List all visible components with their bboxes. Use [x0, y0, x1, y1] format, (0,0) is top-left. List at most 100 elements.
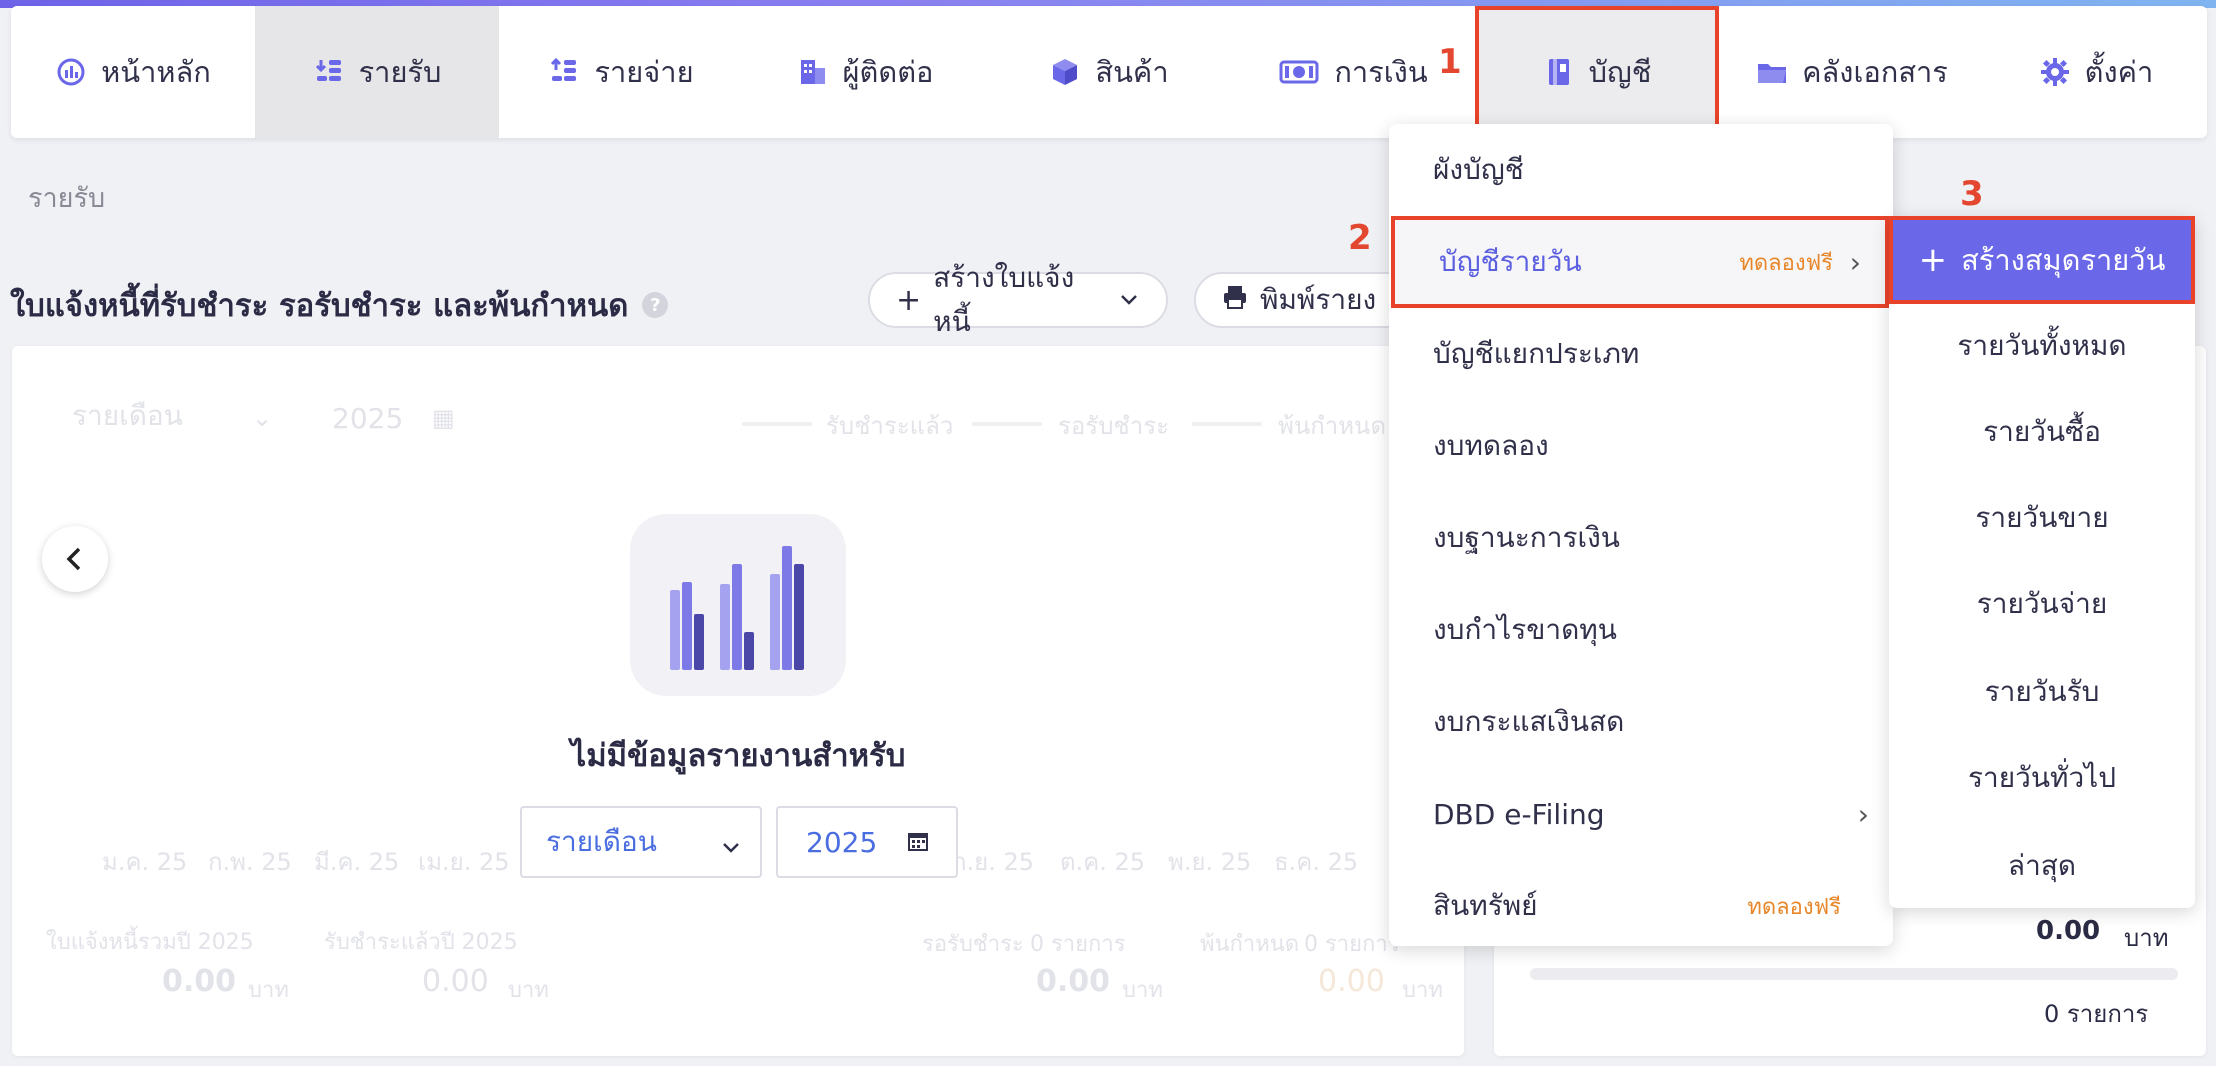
menu-item-label: ผังบัญชี — [1433, 153, 1524, 186]
box-icon — [1053, 59, 1078, 85]
summary-pending-unit: บาท — [1122, 978, 1163, 1003]
month-label: ก.พ. 25 — [208, 848, 292, 876]
folder-icon — [1758, 64, 1787, 83]
breadcrumb: รายรับ — [28, 183, 106, 214]
page-title-text: ใบแจ้งหนี้ที่รับชำระ รอรับชำระ และพ้นกำห… — [10, 288, 629, 324]
coins-out-icon — [551, 57, 577, 81]
summary-total-label: ใบแจ้งหนี้รวมปี 2025 — [46, 930, 254, 955]
period-select-value: รายเดือน — [546, 825, 657, 858]
empty-chart-illustration — [630, 514, 846, 696]
illus-bar — [732, 564, 742, 670]
month-label: ธ.ค. 25 — [1274, 848, 1359, 876]
menu-item-label: งบกระแสเงินสด — [1433, 705, 1625, 738]
menu-item-chart-of-accounts[interactable]: ผังบัญชี — [1389, 124, 1893, 216]
legend-paid: รับชำระแล้ว — [826, 412, 954, 440]
nav-item-settings[interactable]: ตั้งค่า — [1985, 6, 2207, 138]
summary-paid-amount: 0.00 — [422, 964, 489, 999]
nav-item-income[interactable]: รายรับ — [255, 6, 499, 138]
help-icon[interactable]: ? — [642, 292, 669, 318]
main-navbar: หน้าหลัก รายรับ รายจ่าย ผู้ติดต่อ สินค้า… — [11, 6, 2207, 138]
empty-state-message: ไม่มีข้อมูลรายงานสำหรับ — [570, 738, 906, 774]
money-icon — [1279, 60, 1319, 84]
menu-item-dbd-efiling[interactable]: DBD e-Filing › — [1389, 768, 1893, 860]
chart-prev-button[interactable] — [42, 526, 108, 592]
illus-bar — [682, 582, 692, 670]
print-report-label: พิมพ์รายง — [1260, 283, 1377, 316]
nav-label-finance: การเงิน — [1334, 55, 1428, 89]
dashboard-icon — [57, 58, 85, 86]
step-number-1: 1 — [1438, 42, 1462, 82]
legend-swatch-pending — [972, 422, 1042, 426]
period-select[interactable]: รายเดือน — [520, 806, 762, 878]
submenu-item-all-journals[interactable]: รายวันทั้งหมด — [1889, 316, 2195, 376]
chevron-right-icon: › — [1857, 797, 1869, 831]
legend-swatch-paid — [742, 422, 812, 426]
legend-swatch-overdue — [1192, 422, 1262, 426]
chevron-right-icon: › — [1849, 245, 1861, 279]
nav-label-income: รายรับ — [358, 55, 442, 89]
nav-item-accounting[interactable]: บัญชี — [1475, 6, 1719, 138]
nav-label-expense: รายจ่าย — [594, 55, 694, 89]
nav-item-contacts[interactable]: ผู้ติดต่อ — [743, 6, 987, 138]
submenu-item-payment-journal[interactable]: รายวันจ่าย — [1889, 574, 2195, 634]
chevron-down-icon — [1118, 284, 1140, 317]
right-card-amount: 0.00 — [2036, 916, 2101, 946]
submenu-item-receipt-journal[interactable]: รายวันรับ — [1889, 662, 2195, 722]
menu-item-journal[interactable]: บัญชีรายวัน ทดลองฟรี › — [1391, 216, 1889, 308]
summary-overdue-unit: บาท — [1402, 978, 1443, 1003]
summary-total-unit: บาท — [248, 978, 289, 1003]
chevron-left-icon — [66, 547, 81, 571]
nav-label-contacts: ผู้ติดต่อ — [842, 55, 934, 89]
invoice-chart-card: รายเดือน ⌄ 2025 ▦ รับชำระแล้ว รอรับชำระ … — [12, 346, 1464, 1056]
illus-bar — [744, 632, 754, 670]
plus-icon: + — [896, 282, 922, 318]
create-invoice-button[interactable]: + สร้างใบแจ้งหนี้ — [868, 261, 1168, 338]
menu-item-assets[interactable]: สินทรัพย์ ทดลองฟรี — [1389, 860, 1893, 952]
right-card-progress — [1530, 968, 2178, 980]
nav-label-documents: คลังเอกสาร — [1802, 55, 1948, 89]
nav-item-documents[interactable]: คลังเอกสาร — [1719, 6, 1985, 138]
summary-total-amount: 0.00 — [162, 964, 237, 999]
illus-bar — [720, 584, 730, 670]
nav-item-home[interactable]: หน้าหลัก — [11, 6, 255, 138]
submenu-item-general-journal[interactable]: รายวันทั่วไป — [1889, 748, 2195, 808]
create-journal-label: สร้างสมุดรายวัน — [1961, 243, 2166, 277]
year-picker-value: 2025 — [806, 825, 878, 859]
summary-overdue-label: พ้นกำหนด — [1200, 932, 1300, 957]
menu-item-general-ledger[interactable]: บัญชีแยกประเภท — [1389, 308, 1893, 400]
illus-bar — [694, 614, 704, 670]
create-journal-button[interactable]: + สร้างสมุดรายวัน — [1889, 216, 2195, 304]
nav-item-products[interactable]: สินค้า — [987, 6, 1231, 138]
faded-calendar-icon: ▦ — [432, 404, 455, 432]
submenu-item-recent[interactable]: ล่าสุด — [1889, 836, 2195, 896]
summary-paid-label: รับชำระแล้วปี 2025 — [324, 930, 518, 955]
nav-label-home: หน้าหลัก — [101, 55, 211, 89]
trial-badge: ทดลองฟรี — [1747, 894, 1841, 920]
menu-item-label: งบทดลอง — [1433, 429, 1549, 462]
nav-item-expense[interactable]: รายจ่าย — [499, 6, 743, 138]
menu-item-label: งบฐานะการเงิน — [1433, 521, 1620, 554]
trial-badge: ทดลองฟรี — [1739, 250, 1833, 276]
nav-label-products: สินค้า — [1095, 55, 1169, 89]
faded-period-select: รายเดือน — [72, 399, 183, 432]
menu-item-balance-sheet[interactable]: งบฐานะการเงิน — [1389, 492, 1893, 584]
menu-item-income-statement[interactable]: งบกำไรขาดทุน — [1389, 584, 1893, 676]
submenu-item-sales-journal[interactable]: รายวันขาย — [1889, 488, 2195, 548]
summary-overdue-amount: 0.00 — [1318, 964, 1385, 999]
plus-icon: + — [1918, 240, 1948, 280]
month-label: พ.ย. 25 — [1168, 848, 1252, 876]
illus-bar — [794, 564, 804, 670]
menu-item-label: บัญชีรายวัน — [1439, 245, 1582, 278]
right-card-count: 0 รายการ — [2044, 1000, 2149, 1028]
menu-item-trial-balance[interactable]: งบทดลอง — [1389, 400, 1893, 492]
calendar-icon — [907, 826, 929, 859]
gear-icon — [2040, 58, 2069, 86]
accounting-dropdown-menu: ผังบัญชี บัญชีรายวัน ทดลองฟรี › บัญชีแยก… — [1389, 124, 1893, 946]
submenu-item-purchase-journal[interactable]: รายวันซื้อ — [1889, 402, 2195, 462]
illus-bar — [782, 546, 792, 670]
building-icon — [800, 60, 825, 84]
menu-item-label: DBD e-Filing — [1433, 797, 1605, 831]
year-picker[interactable]: 2025 — [776, 806, 958, 878]
month-label: มี.ค. 25 — [314, 848, 400, 876]
menu-item-cash-flow[interactable]: งบกระแสเงินสด — [1389, 676, 1893, 768]
